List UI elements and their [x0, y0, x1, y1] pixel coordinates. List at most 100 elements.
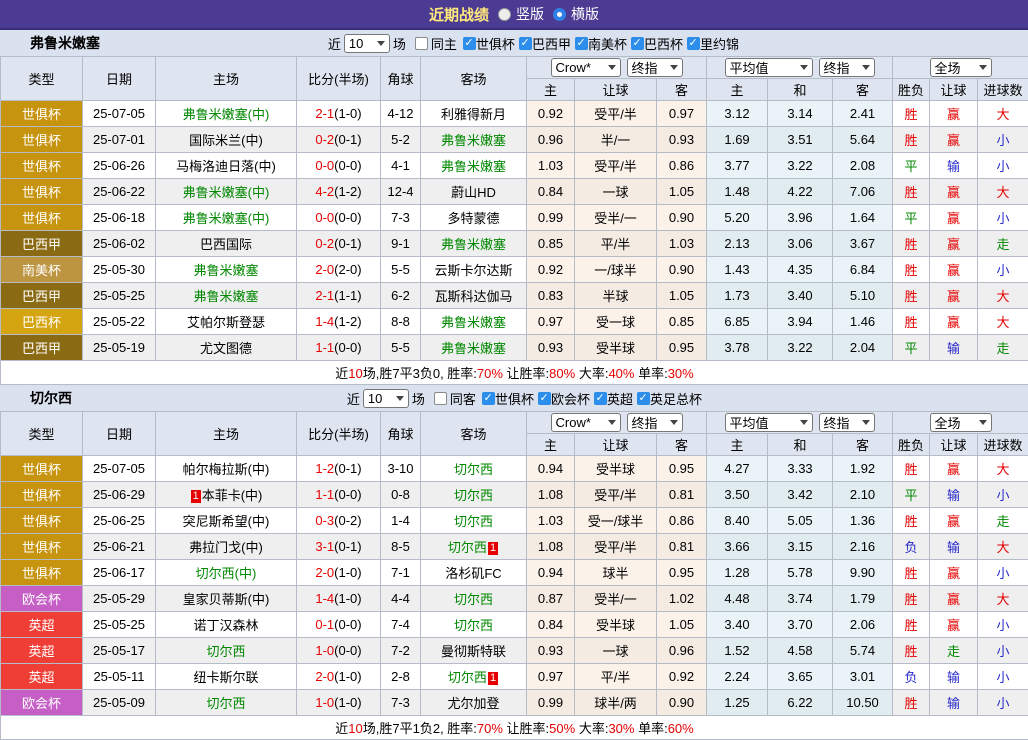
same-venue-label: 同主	[431, 34, 457, 53]
home-team-name[interactable]: 切尔西	[206, 644, 245, 659]
goals-result-cell: 小	[978, 638, 1028, 664]
games-label: 场	[412, 389, 425, 408]
league-filter-checkbox[interactable]	[482, 392, 495, 405]
away-team-name[interactable]: 弗鲁米嫩塞	[441, 159, 506, 174]
half-time-score: (0-1)	[334, 132, 361, 147]
match-row: 世俱杯25-06-25突尼斯希望(中)0-3(0-2)1-4切尔西1.03受一/…	[1, 508, 1028, 534]
handicap-result-cell: 输	[930, 664, 978, 690]
league-filter-checkbox[interactable]	[575, 37, 588, 50]
away-team-name[interactable]: 切尔西	[454, 514, 493, 529]
league-filter-checkbox[interactable]	[637, 392, 650, 405]
same-venue-checkbox[interactable]	[434, 392, 447, 405]
handicap-result-cell: 赢	[930, 309, 978, 335]
average-select[interactable]: 平均值	[725, 413, 813, 432]
avg-away-cell: 9.90	[833, 560, 893, 586]
away-team-name[interactable]: 切尔西	[448, 540, 487, 555]
home-team-name[interactable]: 弗鲁米嫩塞	[193, 289, 258, 304]
home-team-name[interactable]: 弗鲁米嫩塞(中)	[183, 185, 270, 200]
away-team-name[interactable]: 弗鲁米嫩塞	[441, 315, 506, 330]
match-count-select[interactable]: 10	[363, 389, 409, 408]
avg-away-cell: 1.92	[833, 456, 893, 482]
away-team-name[interactable]: 洛杉矶FC	[445, 566, 501, 581]
corners-cell: 6-2	[381, 283, 421, 309]
corners-cell: 9-1	[381, 231, 421, 257]
page-title: 近期战绩	[429, 4, 489, 25]
final-odds-select[interactable]: 终指	[627, 413, 683, 432]
avg-draw-cell: 3.40	[768, 283, 833, 309]
home-team-name[interactable]: 切尔西	[206, 696, 245, 711]
league-filter-checkbox[interactable]	[631, 37, 644, 50]
away-team-name[interactable]: 云斯卡尔达斯	[434, 263, 512, 278]
crow-away-odds-cell: 0.90	[657, 690, 707, 716]
away-team-name[interactable]: 切尔西	[454, 618, 493, 633]
vertical-layout-label[interactable]: 竖版	[516, 4, 544, 24]
odds-source-select[interactable]: Crow*	[551, 413, 621, 432]
corners-cell: 7-3	[381, 690, 421, 716]
home-team-name[interactable]: 本菲卡(中)	[202, 488, 263, 503]
home-team-name[interactable]: 弗鲁米嫩塞	[193, 263, 258, 278]
corners-cell: 4-4	[381, 586, 421, 612]
league-filter-checkbox[interactable]	[594, 392, 607, 405]
home-team-name[interactable]: 纽卡斯尔联	[193, 670, 258, 685]
home-team-name[interactable]: 突尼斯希望(中)	[183, 514, 270, 529]
home-team-name[interactable]: 巴西国际	[200, 237, 252, 252]
league-filter-checkbox[interactable]	[538, 392, 551, 405]
home-team-name[interactable]: 国际米兰(中)	[189, 133, 263, 148]
home-team-name[interactable]: 弗鲁米嫩塞(中)	[183, 211, 270, 226]
final-odds-select-2[interactable]: 终指	[819, 413, 875, 432]
horizontal-layout-radio[interactable]	[553, 8, 566, 21]
horizontal-layout-label[interactable]: 横版	[571, 4, 599, 24]
half-time-score: (0-0)	[334, 643, 361, 658]
average-select[interactable]: 平均值	[725, 58, 813, 77]
away-team-name[interactable]: 切尔西	[454, 488, 493, 503]
home-team-name[interactable]: 尤文图德	[200, 341, 252, 356]
away-team-cell: 云斯卡尔达斯	[421, 257, 527, 283]
home-team-name[interactable]: 皇家贝蒂斯(中)	[183, 592, 270, 607]
full-match-select[interactable]: 全场	[930, 413, 992, 432]
away-team-name[interactable]: 弗鲁米嫩塞	[441, 133, 506, 148]
away-team-name[interactable]: 弗鲁米嫩塞	[441, 237, 506, 252]
match-count-select[interactable]: 10	[344, 34, 390, 53]
home-team-name[interactable]: 艾帕尔斯登瑟	[187, 315, 265, 330]
away-team-name[interactable]: 多特蒙德	[447, 211, 499, 226]
half-time-score: (1-0)	[334, 695, 361, 710]
score-cell: 0-0(0-0)	[297, 205, 381, 231]
odds-source-header: Crow* 终指	[527, 57, 707, 79]
league-filter-checkbox[interactable]	[463, 37, 476, 50]
away-team-name[interactable]: 切尔西	[448, 670, 487, 685]
full-time-score: 1-0	[315, 695, 334, 710]
chevron-down-icon	[800, 420, 808, 425]
home-team-name[interactable]: 弗拉门戈(中)	[189, 540, 263, 555]
avg-draw-cell: 3.33	[768, 456, 833, 482]
league-filter-checkbox[interactable]	[687, 37, 700, 50]
vertical-layout-radio[interactable]	[498, 8, 511, 21]
home-team-name[interactable]: 马梅洛迪日落(中)	[176, 159, 276, 174]
full-match-select[interactable]: 全场	[930, 58, 992, 77]
away-team-name[interactable]: 弗鲁米嫩塞	[441, 341, 506, 356]
crow-away-odds-cell: 1.03	[657, 231, 707, 257]
avg-home-cell: 3.40	[707, 612, 768, 638]
full-time-score: 0-0	[315, 158, 334, 173]
home-team-name[interactable]: 弗鲁米嫩塞(中)	[183, 107, 270, 122]
away-team-name[interactable]: 瓦斯科达伽马	[434, 289, 512, 304]
avg-home-cell: 1.28	[707, 560, 768, 586]
away-team-name[interactable]: 切尔西	[454, 592, 493, 607]
away-team-name[interactable]: 蔚山HD	[451, 185, 496, 200]
crow-home-odds-cell: 1.03	[527, 508, 575, 534]
same-venue-checkbox[interactable]	[415, 37, 428, 50]
crow-handicap-cell: 一球	[575, 179, 657, 205]
final-odds-select[interactable]: 终指	[627, 58, 683, 77]
score-cell: 3-1(0-1)	[297, 534, 381, 560]
goals-result-cell: 大	[978, 586, 1028, 612]
home-team-name[interactable]: 帕尔梅拉斯(中)	[183, 462, 270, 477]
league-filter-checkbox[interactable]	[519, 37, 532, 50]
odds-source-select[interactable]: Crow*	[551, 58, 621, 77]
final-odds-select-2[interactable]: 终指	[819, 58, 875, 77]
away-team-name[interactable]: 曼彻斯特联	[441, 644, 506, 659]
home-team-name[interactable]: 切尔西(中)	[196, 566, 257, 581]
away-team-name[interactable]: 利雅得新月	[441, 107, 506, 122]
away-team-name[interactable]: 切尔西	[454, 462, 493, 477]
away-team-name[interactable]: 尤尔加登	[447, 696, 499, 711]
home-team-name[interactable]: 诺丁汉森林	[193, 618, 258, 633]
league-type-cell: 巴西甲	[1, 335, 83, 361]
